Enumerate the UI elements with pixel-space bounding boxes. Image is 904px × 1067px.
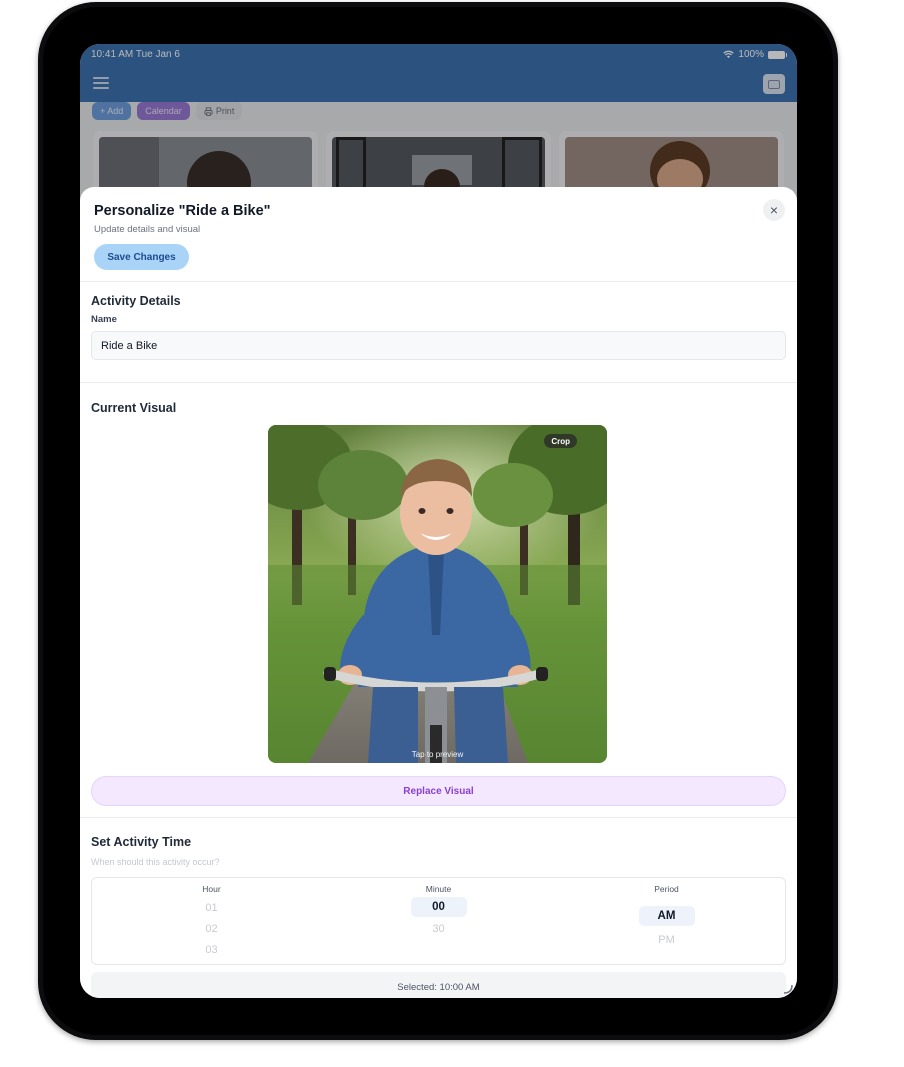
selected-time-text: Selected: 10:00 AM [397, 982, 480, 993]
divider [80, 817, 797, 818]
close-icon[interactable]: × [763, 199, 785, 221]
save-changes-button[interactable]: Save Changes [94, 244, 189, 270]
menu-icon[interactable] [93, 77, 109, 89]
hour-option[interactable]: 01 [96, 902, 327, 914]
activity-details-heading: Activity Details [91, 294, 181, 308]
battery-percent: 100% [738, 49, 764, 60]
name-input[interactable]: Ride a Bike [91, 331, 786, 360]
wifi-icon [723, 50, 735, 59]
personalize-modal: Personalize "Ride a Bike" Update details… [80, 187, 797, 998]
divider [80, 382, 797, 383]
name-label: Name [91, 314, 117, 325]
resize-handle-icon [783, 984, 793, 994]
print-label: Print [215, 106, 235, 116]
selected-time-summary: Selected: 10:00 AM [91, 972, 786, 998]
add-button: + Add [92, 102, 132, 120]
divider [80, 281, 797, 282]
minute-column[interactable]: Minute 00 30 [323, 878, 554, 966]
profile-icon[interactable] [763, 74, 785, 94]
app-header: 10:41 AM Tue Jan 6 100% [80, 44, 797, 102]
current-visual-heading: Current Visual [91, 401, 177, 415]
screen: 10:41 AM Tue Jan 6 100% + Add Calendar P… [80, 44, 797, 998]
background-toolbar: + Add Calendar Print [92, 102, 243, 120]
minute-option[interactable]: 30 [323, 923, 554, 935]
modal-subtitle: Update details and visual [94, 224, 201, 235]
time-hint: When should this activity occur? [91, 857, 220, 867]
boy-on-bike-illustration [268, 425, 607, 763]
period-column[interactable]: Period AM PM [551, 878, 782, 966]
activity-visual-image[interactable]: Crop Tap to preview [268, 425, 607, 763]
hour-option[interactable]: 02 [96, 923, 327, 935]
hour-label: Hour [202, 884, 221, 894]
modal-title: Personalize "Ride a Bike" [94, 203, 271, 219]
minute-selected[interactable]: 00 [410, 897, 467, 917]
battery-icon [768, 50, 787, 59]
print-button: Print [195, 102, 243, 120]
printer-icon [204, 106, 213, 116]
calendar-button: Calendar [137, 102, 190, 120]
status-time: 10:41 AM Tue Jan 6 [91, 49, 180, 60]
replace-visual-button[interactable]: Replace Visual [91, 776, 786, 806]
period-selected[interactable]: AM [638, 906, 695, 926]
minute-label: Minute [425, 884, 452, 894]
hour-option[interactable]: 03 [96, 944, 327, 956]
hour-column[interactable]: Hour 01 02 03 [96, 878, 327, 966]
status-indicators: 100% [723, 49, 787, 60]
period-option[interactable]: PM [551, 934, 782, 946]
crop-button[interactable]: Crop [544, 434, 577, 448]
set-activity-time-heading: Set Activity Time [91, 835, 192, 849]
status-bar: 10:41 AM Tue Jan 6 100% [80, 44, 797, 66]
period-label: Period [654, 884, 679, 894]
time-picker: Hour 01 02 03 Minute 00 30 Period AM PM [91, 877, 786, 965]
tap-to-preview-hint: Tap to preview [411, 750, 464, 759]
